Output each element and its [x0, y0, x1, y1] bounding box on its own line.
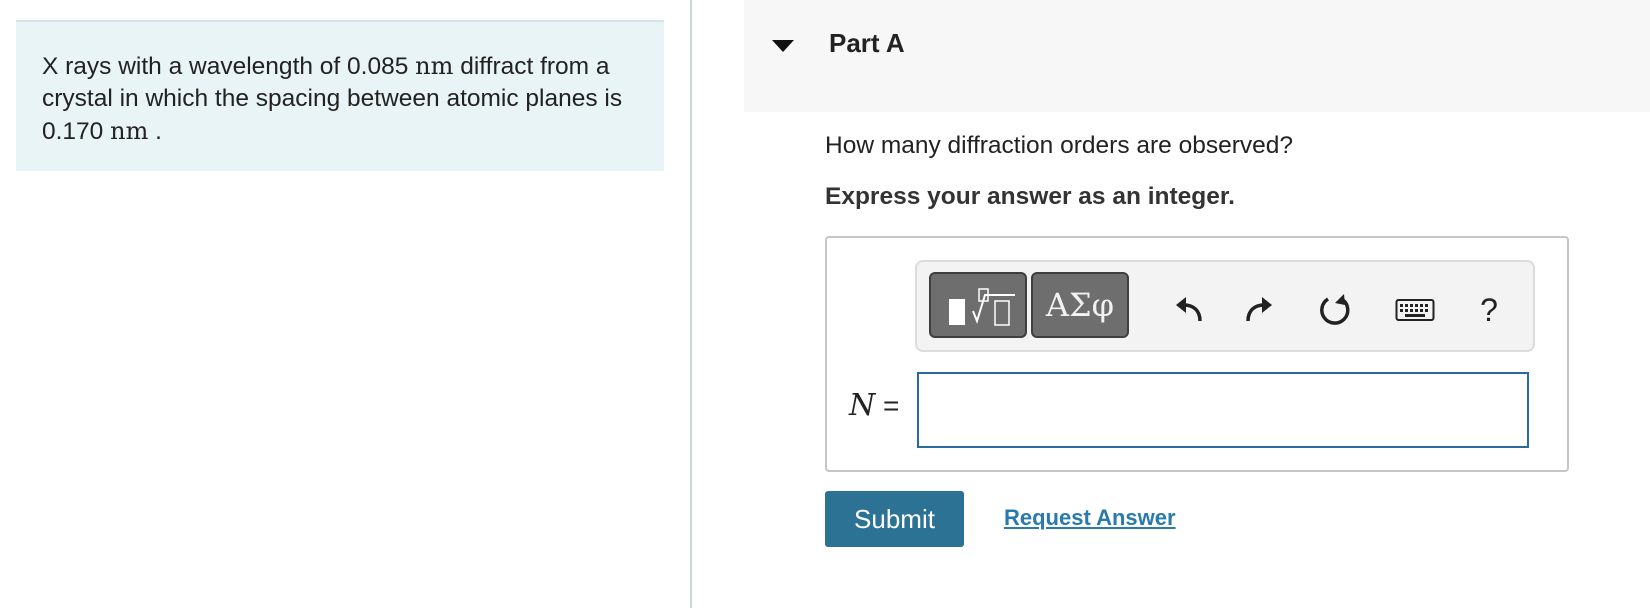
keyboard-icon[interactable] — [1395, 290, 1435, 330]
reset-icon[interactable] — [1315, 290, 1355, 330]
unit-nm-2: nm — [110, 117, 149, 145]
part-title: Part A — [829, 28, 905, 58]
collapse-caret-icon[interactable] — [772, 40, 794, 52]
panel-divider — [690, 0, 692, 608]
templates-button[interactable] — [929, 272, 1027, 338]
greek-symbols-button[interactable]: ΑΣφ — [1031, 272, 1129, 338]
math-toolbar: ΑΣφ ? — [915, 260, 1535, 352]
instruction-text: Express your answer as an integer. — [825, 183, 1235, 210]
part-header[interactable]: Part A — [744, 0, 1650, 112]
equals-sign: = — [875, 390, 900, 421]
templates-icon — [949, 288, 1015, 326]
problem-text-1: X rays with a wavelength of 0.085 — [42, 53, 416, 80]
answer-input[interactable] — [917, 372, 1529, 448]
request-answer-link[interactable]: Request Answer — [1004, 505, 1176, 531]
unit-nm-1: nm — [415, 52, 454, 80]
variable-name: N — [849, 388, 876, 423]
undo-icon[interactable] — [1169, 290, 1209, 330]
question-text: How many diffraction orders are observed… — [825, 132, 1294, 159]
help-icon[interactable]: ? — [1469, 290, 1509, 330]
problem-statement: X rays with a wavelength of 0.085 nm dif… — [16, 20, 664, 171]
submit-button[interactable]: Submit — [825, 491, 964, 547]
problem-text-3: . — [148, 118, 162, 145]
answer-box: ΑΣφ ? N = — [825, 236, 1569, 472]
answer-variable-label: N = — [849, 388, 899, 423]
redo-icon[interactable] — [1239, 290, 1279, 330]
